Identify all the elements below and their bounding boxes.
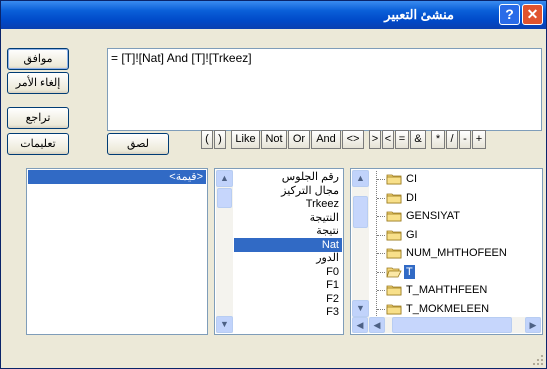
operator-button[interactable]: & <box>410 130 426 149</box>
tree-connector <box>377 179 385 180</box>
field-list-scrollbar[interactable]: ▲ ▼ <box>216 170 233 333</box>
list-item[interactable]: F2 <box>234 292 342 306</box>
operator-button[interactable]: Not <box>261 130 287 149</box>
object-tree[interactable]: ▲ ▼ ◀ ◀ ▶ CI DI GENSIYAT GI NUM_MHTHOFEEN T T_… <box>350 168 543 335</box>
field-list[interactable]: ▲ ▼ رقم الجلوس مجال التركيز Trkeez النتيجة ن… <box>214 168 344 335</box>
tree-connector <box>377 216 385 217</box>
operator-button[interactable]: + <box>472 130 486 149</box>
folder-icon <box>386 192 402 203</box>
scroll-thumb[interactable] <box>217 188 232 208</box>
list-item[interactable]: F1 <box>234 278 342 292</box>
folder-icon <box>386 303 402 314</box>
operator-button[interactable]: = <box>395 130 409 149</box>
window-title: منشئ التعبير <box>384 7 454 22</box>
tree-connector <box>377 234 385 236</box>
tree-connector <box>377 308 385 310</box>
scroll-down-icon[interactable]: ▼ <box>352 300 369 317</box>
scroll-right-icon[interactable]: ▶ <box>525 317 541 333</box>
operator-button[interactable]: ) <box>214 130 226 149</box>
operator-button[interactable]: / <box>446 130 458 149</box>
scroll-up-icon[interactable]: ▲ <box>216 170 233 187</box>
scroll-down-icon[interactable]: ▼ <box>216 316 233 333</box>
tree-connector <box>377 271 385 273</box>
list-item[interactable]: Nat <box>234 237 342 252</box>
list-item[interactable]: F3 <box>234 305 342 319</box>
operator-button[interactable]: > <box>369 130 381 149</box>
tree-item[interactable]: T_MOKMELEEN <box>404 302 491 316</box>
operator-button[interactable]: <> <box>342 130 364 149</box>
paste-button[interactable]: لصق <box>107 133 169 155</box>
tree-item[interactable]: GENSIYAT <box>404 209 462 223</box>
list-item[interactable]: <قيمة> <box>28 170 206 184</box>
help-icon[interactable]: ? <box>499 4 520 25</box>
scroll-up-icon[interactable]: ▲ <box>352 170 369 187</box>
tree-connector <box>377 197 385 199</box>
undo-button[interactable]: تراجع <box>7 107 69 129</box>
close-icon[interactable]: ✕ <box>522 4 543 25</box>
value-list[interactable]: <قيمة> <box>26 168 208 335</box>
resize-grip-icon[interactable] <box>532 354 544 366</box>
tree-hscrollbar[interactable]: ◀ ◀ ▶ <box>352 317 541 333</box>
operator-button[interactable]: And <box>311 130 341 149</box>
folder-icon <box>386 229 402 240</box>
tree-item[interactable]: T <box>404 264 415 279</box>
tree-item[interactable]: CI <box>404 172 419 186</box>
list-item[interactable]: F0 <box>234 265 342 279</box>
list-item[interactable]: Trkeez <box>234 197 342 211</box>
tree-connector <box>377 253 385 254</box>
operator-button[interactable]: < <box>382 130 394 149</box>
tree-connector <box>376 171 377 316</box>
tree-item[interactable]: T_MAHTHFEEN <box>404 283 489 297</box>
list-item[interactable]: رقم الجلوس <box>234 170 342 184</box>
tree-connector <box>377 290 385 291</box>
operator-button[interactable]: Like <box>231 130 260 149</box>
folder-icon <box>386 284 402 296</box>
cancel-button[interactable]: إلغاء الأمر <box>7 72 69 94</box>
folder-icon <box>386 210 402 222</box>
tree-item[interactable]: GI <box>404 228 420 242</box>
scroll-left-icon[interactable]: ◀ <box>352 317 368 333</box>
list-item[interactable]: الدور <box>234 251 342 265</box>
scroll-left-icon[interactable]: ◀ <box>369 317 385 333</box>
list-item[interactable]: نتيجة <box>234 224 342 238</box>
title-bar[interactable]: منشئ التعبير ? ✕ <box>1 1 546 29</box>
tree-scrollbar[interactable]: ▲ ▼ <box>352 170 369 317</box>
open-folder-icon <box>386 266 402 277</box>
list-item[interactable]: النتيجة <box>234 211 342 225</box>
help-button[interactable]: تعليمات <box>7 133 69 155</box>
expression-builder-window: منشئ التعبير ? ✕ موافق إلغاء الأمر تراجع… <box>0 0 547 369</box>
list-item[interactable]: مجال التركيز <box>234 184 342 198</box>
expression-textbox[interactable]: = [T]![Nat] And [T]![Trkeez] <box>107 48 542 131</box>
operator-button[interactable]: - <box>459 130 471 149</box>
folder-icon <box>386 173 402 185</box>
tree-item[interactable]: DI <box>404 191 419 205</box>
operator-button[interactable]: * <box>431 130 445 149</box>
operator-button[interactable]: ( <box>201 130 213 149</box>
scroll-thumb[interactable] <box>392 317 512 333</box>
folder-icon <box>386 247 402 259</box>
scroll-thumb[interactable] <box>353 196 368 228</box>
tree-item[interactable]: NUM_MHTHOFEEN <box>404 246 509 260</box>
ok-button[interactable]: موافق <box>7 48 69 70</box>
operator-button[interactable]: Or <box>288 130 310 149</box>
